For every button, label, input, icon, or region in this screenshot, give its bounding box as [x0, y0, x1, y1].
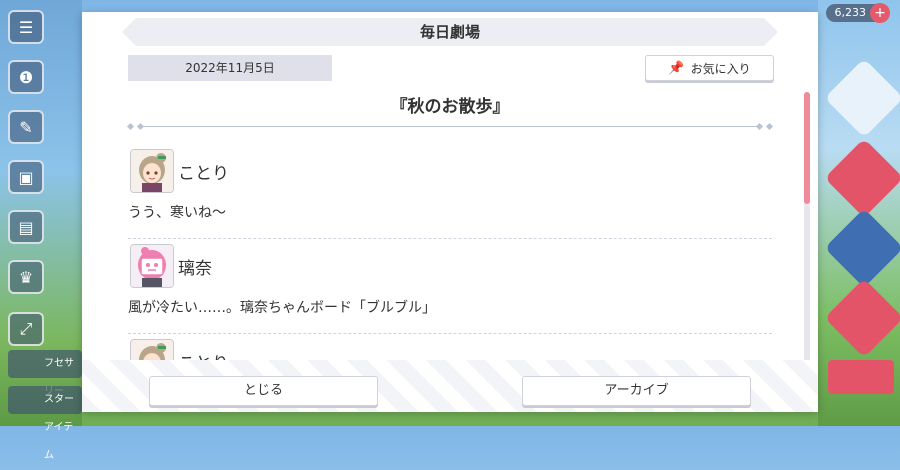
dialogue-text: 風が冷たい……。璃奈ちゃんボード「ブルブル」 — [128, 300, 436, 316]
rina-avatar-icon — [130, 244, 174, 288]
star-item-button[interactable]: スター アイテム — [8, 386, 82, 461]
date-label: 2022年11月5日 — [128, 55, 332, 81]
present-icon[interactable]: ▣ — [8, 160, 44, 194]
currency-add-icon[interactable]: + — [870, 3, 890, 23]
dialogue-item: ことり うう、寒いね〜 — [128, 144, 772, 239]
camp-tile[interactable] — [824, 278, 900, 358]
notice-icon[interactable]: ❶ — [8, 60, 44, 94]
pin-icon: 📌 — [668, 60, 685, 76]
fullscreen-icon[interactable]: ⤢ — [8, 312, 44, 346]
dialogue-list[interactable]: ことり うう、寒いね〜 璃奈 風が冷たい……。璃奈ちゃんボード「ブルブル」 — [128, 144, 772, 374]
title-divider — [126, 122, 774, 131]
right-tile-1[interactable] — [824, 58, 900, 138]
dialogue-text: うう、寒いね〜 — [128, 205, 226, 221]
daily-theater-dialog: 毎日劇場 2022年11月5日 📌 お気に入り 『秋のお散歩』 ことり うう、寒… — [82, 12, 818, 412]
speaker-name: ことり — [178, 164, 229, 184]
dialogue-item: 璃奈 風が冷たい……。璃奈ちゃんボード「ブルブル」 — [128, 239, 772, 334]
close-button[interactable]: とじる — [149, 376, 378, 406]
favorite-button-label: お気に入り — [690, 61, 751, 76]
right-tile-3[interactable] — [824, 208, 900, 288]
archive-button[interactable]: アーカイブ — [522, 376, 751, 406]
scrollbar[interactable] — [804, 92, 810, 364]
favorite-button[interactable]: 📌 お気に入り — [645, 55, 774, 81]
dialog-title: 毎日劇場 — [122, 18, 778, 46]
news-icon[interactable]: ▤ — [8, 210, 44, 244]
menu-icon[interactable]: ☰ — [8, 10, 44, 44]
accessory-button[interactable]: フセサリー — [8, 350, 82, 397]
background-left-panel: ☰ ❶ ✎ ▣ ▤ ♛ ⤢ フセサリー スター アイテム — [0, 0, 82, 461]
scrollbar-thumb[interactable] — [804, 92, 810, 204]
trophy-icon[interactable]: ♛ — [8, 260, 44, 294]
mission-icon[interactable]: ✎ — [8, 110, 44, 144]
kotori-avatar-icon — [130, 149, 174, 193]
right-tile-2[interactable] — [824, 138, 900, 218]
story-title: 『秋のお散歩』 — [390, 97, 510, 117]
speaker-name: 璃奈 — [178, 259, 212, 279]
event-badge[interactable] — [828, 360, 894, 394]
